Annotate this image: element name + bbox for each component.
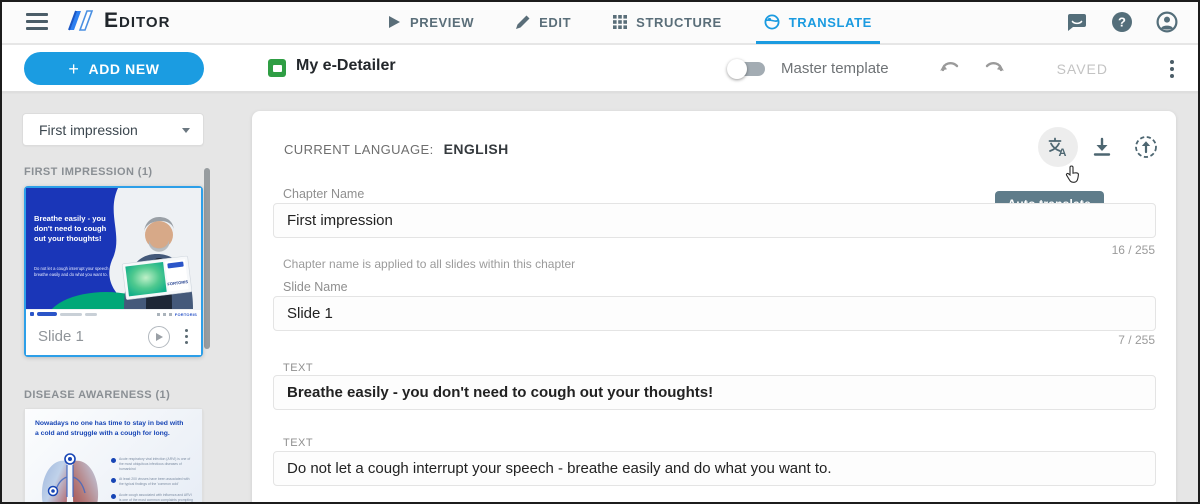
slide-name-label: Slide Name: [283, 280, 348, 294]
chat-button[interactable]: [1066, 11, 1088, 33]
document-toolbar: + ADD NEW My e-Detailer Master template …: [0, 45, 1200, 92]
account-button[interactable]: [1156, 11, 1178, 33]
bullet-icon: [111, 478, 116, 484]
download-icon: [1093, 137, 1111, 156]
document-title: My e-Detailer: [296, 57, 396, 74]
chapter-name-helper: Chapter name is applied to all slides wi…: [283, 257, 576, 271]
translate-panel: CURRENT LANGUAGE: ENGLISH A Chapter Name…: [252, 111, 1176, 504]
chapter-name-counter: 16 / 255: [1111, 243, 1155, 257]
app-logo: Editor: [66, 8, 170, 34]
translate-icon: A: [1048, 137, 1067, 158]
menu-icon[interactable]: [26, 13, 48, 30]
slide-play-button[interactable]: [147, 325, 170, 348]
chapter-select-value: First impression: [39, 121, 138, 138]
tab-edit[interactable]: EDIT: [516, 0, 571, 44]
content-area: First impression FIRST IMPRESSION (1) FO…: [0, 93, 1200, 504]
app-title: Editor: [104, 9, 171, 32]
document-type-icon: [268, 59, 286, 77]
pencil-icon: [516, 15, 530, 29]
upload-icon: [1135, 136, 1157, 158]
slide-name-input[interactable]: [273, 296, 1156, 331]
logo-icon: [68, 10, 94, 31]
current-language-label: CURRENT LANGUAGE:: [284, 141, 434, 157]
slide-menu-button[interactable]: [182, 326, 192, 348]
more-options-button[interactable]: [1166, 56, 1178, 82]
slide-mini-navbar: FORTORIS: [26, 309, 201, 318]
lungs-illustration: [41, 453, 99, 504]
question-icon: ?: [1112, 12, 1132, 32]
slide-title: Slide 1: [38, 328, 84, 345]
chapter-name-input[interactable]: [273, 203, 1156, 238]
undo-icon: [939, 62, 958, 72]
play-icon: [156, 332, 163, 341]
auto-translate-button[interactable]: A: [1036, 125, 1080, 169]
tab-structure[interactable]: STRUCTURE: [613, 0, 722, 44]
svg-text:A: A: [1059, 147, 1067, 158]
upload-button[interactable]: [1124, 125, 1168, 169]
slide-name-counter: 7 / 255: [1118, 333, 1155, 347]
grid-icon: [613, 15, 628, 29]
text-field-1-input[interactable]: [273, 375, 1156, 410]
master-template-label: Master template: [781, 60, 889, 77]
tab-preview[interactable]: PREVIEW: [388, 0, 474, 44]
section-label-disease-awareness: DISEASE AWARENESS (1): [24, 389, 171, 401]
text-field-1-label: TEXT: [283, 362, 314, 374]
plus-icon: +: [68, 58, 80, 79]
hand-cursor-icon: [1065, 165, 1079, 183]
play-icon: [389, 16, 400, 28]
slide-subtext: Do not let a cough interrupt your speech…: [34, 266, 112, 277]
help-button[interactable]: ?: [1111, 11, 1133, 33]
save-status: SAVED: [1056, 60, 1108, 77]
sidebar-scrollbar[interactable]: [204, 168, 210, 349]
current-language-value: ENGLISH: [443, 141, 509, 157]
section-label-first-impression: FIRST IMPRESSION (1): [24, 166, 153, 178]
slide2-bullets: Acute respiratory viral infection (ARVI)…: [111, 457, 195, 504]
slide-thumbnail: FORTORIS Breathe easily - you don't need…: [26, 188, 201, 309]
bullet-icon: [111, 493, 116, 499]
chat-icon: [1068, 14, 1086, 31]
text-field-2-input[interactable]: [273, 451, 1156, 486]
undo-button[interactable]: [939, 58, 961, 79]
slide2-headline: Nowadays no one has time to stay in bed …: [35, 420, 184, 437]
add-new-button[interactable]: + ADD NEW: [24, 52, 204, 85]
redo-button[interactable]: [983, 58, 1005, 79]
slide-artwork: FORTORIS: [26, 188, 201, 309]
slide-card-first-impression[interactable]: FORTORIS Breathe easily - you don't need…: [24, 186, 203, 357]
tab-translate[interactable]: TRANSLATE: [755, 0, 881, 44]
download-button[interactable]: [1080, 125, 1124, 169]
svg-text:?: ?: [1118, 15, 1126, 30]
redo-icon: [985, 62, 1004, 72]
slide-thumbnail-2: Nowadays no one has time to stay in bed …: [25, 409, 202, 504]
slide-card-disease-awareness[interactable]: Nowadays no one has time to stay in bed …: [24, 408, 203, 504]
chapter-name-label: Chapter Name: [283, 187, 365, 201]
globe-icon: [764, 14, 780, 30]
main-tabs: PREVIEW EDIT STRUCTURE TRANSLATE: [388, 0, 881, 44]
slide-headline: Breathe easily - you don't need to cough…: [34, 214, 107, 243]
brand-logo-mini: FORTORIS: [174, 311, 197, 317]
top-app-bar: Editor PREVIEW EDIT STRUCTURE TRANSLATE: [0, 0, 1200, 44]
bullet-icon: [111, 458, 116, 463]
chevron-down-icon: [182, 128, 190, 133]
master-template-toggle[interactable]: [727, 58, 766, 79]
person-icon: [1156, 11, 1178, 33]
chapter-select[interactable]: First impression: [22, 113, 204, 146]
text-field-2-label: TEXT: [283, 437, 314, 449]
